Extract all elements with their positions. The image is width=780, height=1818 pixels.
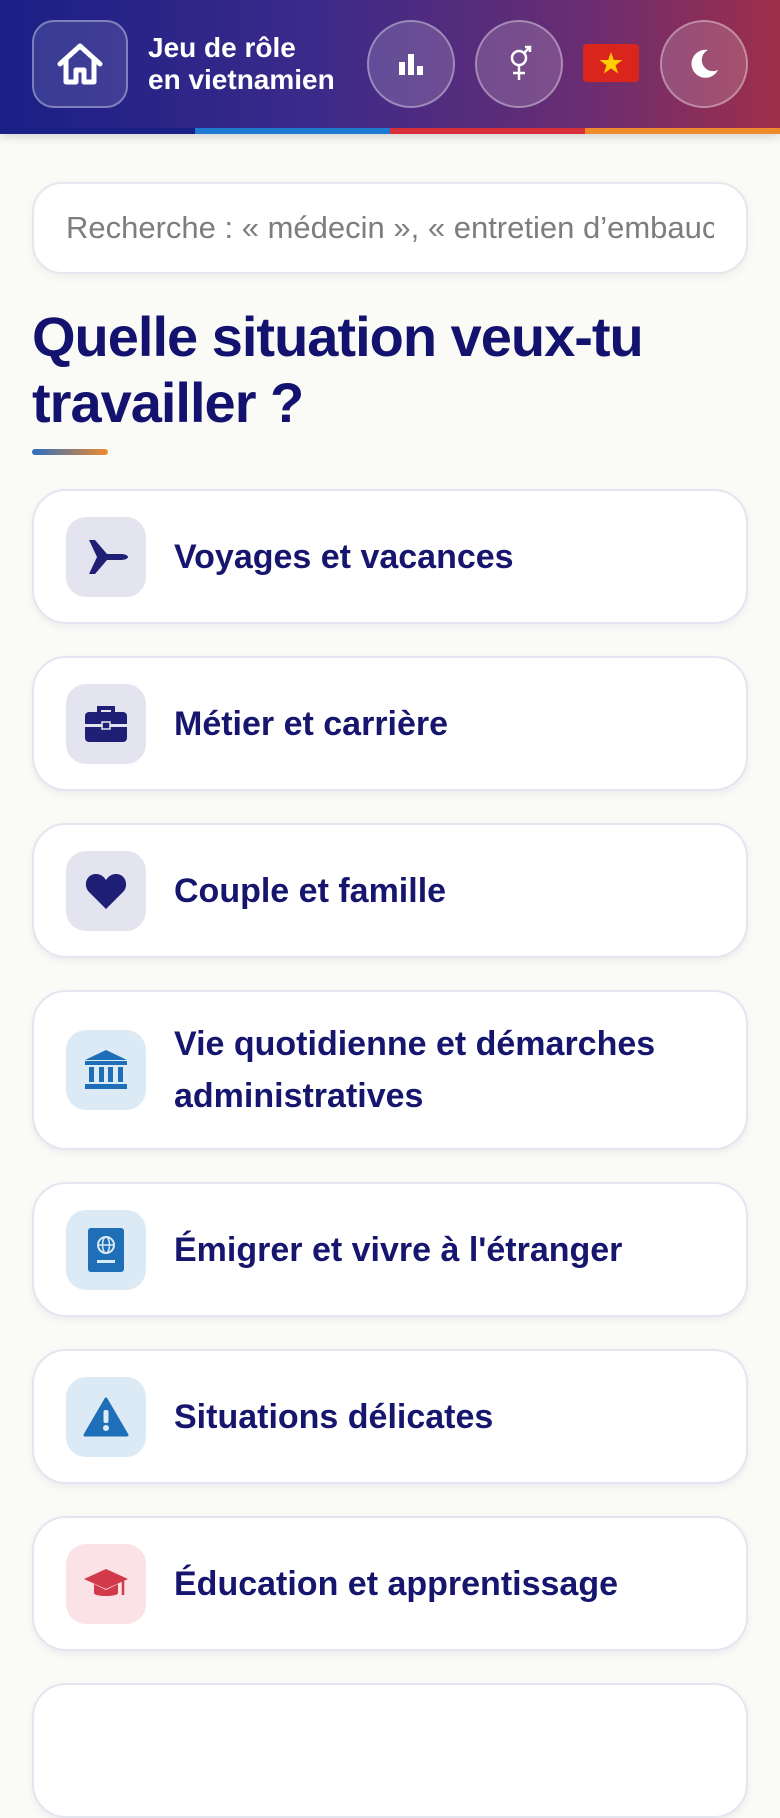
category-card-education[interactable]: Éducation et apprentissage <box>32 1516 748 1651</box>
heart-icon <box>85 873 127 909</box>
government-building-icon <box>85 1050 127 1089</box>
title-underline <box>32 449 108 455</box>
category-label: Situations délicates <box>174 1397 494 1436</box>
gender-icon <box>510 45 532 80</box>
category-icon-box <box>66 850 146 931</box>
vietnam-flag-icon <box>599 52 623 74</box>
category-label: Émigrer et vivre à l'étranger <box>174 1230 623 1269</box>
category-card-partial[interactable] <box>32 1683 748 1818</box>
home-button[interactable] <box>32 20 128 108</box>
gender-button[interactable] <box>475 20 563 108</box>
warning-icon <box>83 1397 129 1436</box>
category-card-daily-life[interactable]: Vie quotidienne et démarches administrat… <box>32 990 748 1150</box>
category-icon-box <box>66 516 146 597</box>
bar-chart-icon <box>399 54 423 75</box>
app-title-line-2: en vietnamien <box>148 64 335 95</box>
search-input[interactable] <box>66 210 714 246</box>
stats-button[interactable] <box>367 20 455 108</box>
category-icon-box <box>66 683 146 764</box>
briefcase-icon <box>85 705 127 742</box>
category-card-career[interactable]: Métier et carrière <box>32 656 748 791</box>
app-header: Jeu de rôle en vietnamien <box>0 0 780 132</box>
category-card-family[interactable]: Couple et famille <box>32 823 748 958</box>
category-icon-box <box>66 1543 146 1624</box>
category-card-travel[interactable]: Voyages et vacances <box>32 489 748 624</box>
dark-mode-button[interactable] <box>660 20 748 108</box>
category-label: Métier et carrière <box>174 704 449 743</box>
category-icon-box <box>66 1030 146 1110</box>
category-icon-box <box>66 1209 146 1290</box>
language-flag-button[interactable] <box>583 44 639 82</box>
home-icon <box>57 43 103 85</box>
category-card-emigrate[interactable]: Émigrer et vivre à l'étranger <box>32 1182 748 1317</box>
app-title-line-1: Jeu de rôle <box>148 32 296 63</box>
category-label: Éducation et apprentissage <box>174 1564 618 1603</box>
passport-icon <box>88 1227 124 1272</box>
category-label: Voyages et vacances <box>174 537 514 576</box>
category-label: Vie quotidienne et démarches administrat… <box>174 1025 656 1115</box>
airplane-icon <box>85 539 128 574</box>
page-title: Quelle situation veux-tu travailler ? <box>32 305 644 434</box>
category-label: Couple et famille <box>174 871 447 910</box>
app-title: Jeu de rôle en vietnamien <box>148 32 358 96</box>
graduation-cap-icon <box>84 1568 128 1596</box>
moon-icon <box>691 49 718 78</box>
category-card-delicate[interactable]: Situations délicates <box>32 1349 748 1484</box>
search-box <box>32 182 748 274</box>
category-icon-box <box>66 1376 146 1457</box>
header-accent-stripe <box>0 128 780 134</box>
